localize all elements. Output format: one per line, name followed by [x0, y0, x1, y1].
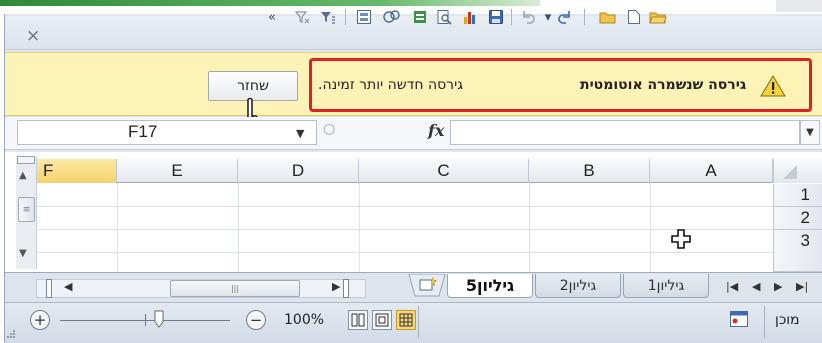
- form-icon[interactable]: [354, 7, 374, 27]
- folder-icon[interactable]: [648, 7, 668, 27]
- message-title: גירסה שנשמרה אוטומטית: [580, 77, 747, 93]
- page-break-view-icon[interactable]: [396, 310, 416, 330]
- name-box-value: F17: [128, 122, 158, 141]
- scroll-right-icon[interactable]: ▶: [332, 280, 340, 293]
- sheet-tab-5[interactable]: גיליון5: [447, 274, 533, 298]
- grid-line: [359, 183, 360, 273]
- shapes-icon[interactable]: [382, 7, 402, 27]
- close-icon[interactable]: ×: [26, 26, 40, 46]
- scroll-up-icon[interactable]: ▲: [19, 170, 27, 181]
- scroll-down-icon[interactable]: ▼: [19, 248, 27, 259]
- clear-filter-icon[interactable]: [292, 7, 312, 27]
- sheet-tab-1[interactable]: גיליון1: [623, 274, 709, 298]
- last-sheet-icon[interactable]: ▶|: [796, 280, 808, 293]
- vertical-scroll-thumb[interactable]: ≡: [18, 197, 35, 222]
- grid-line: [37, 229, 773, 230]
- grid-line: [37, 252, 773, 253]
- grid-line: [117, 183, 118, 273]
- new-icon[interactable]: [624, 7, 644, 27]
- column-header-a[interactable]: A: [650, 159, 773, 183]
- column-header-f[interactable]: F: [37, 159, 117, 183]
- column-header-b[interactable]: B: [529, 159, 650, 183]
- previous-sheet-icon[interactable]: ◀: [752, 280, 760, 293]
- toolbar-separator: [584, 9, 585, 25]
- select-all-triangle: [783, 165, 797, 179]
- select-all-corner[interactable]: [773, 159, 822, 183]
- zoom-slider-thumb[interactable]: [154, 310, 164, 328]
- grid-line: [650, 183, 651, 273]
- ribbon-accent: [0, 0, 540, 6]
- chart-icon[interactable]: [460, 7, 480, 27]
- column-header-c[interactable]: C: [359, 159, 529, 183]
- grid-line: [238, 183, 239, 273]
- formula-bar-control-icon: ○: [323, 121, 336, 137]
- name-box[interactable]: [17, 120, 317, 145]
- status-separator: [418, 306, 419, 338]
- horizontal-scroll-thumb[interactable]: |||: [170, 280, 300, 297]
- undo-icon[interactable]: [518, 7, 538, 27]
- more-icon[interactable]: «: [262, 7, 282, 27]
- print-preview-icon[interactable]: [434, 7, 454, 27]
- zoom-in-icon[interactable]: +: [30, 310, 50, 330]
- insert-function-icon[interactable]: fx: [428, 121, 444, 140]
- message-text: גירסה חדשה יותר זמינה.: [318, 77, 463, 93]
- zoom-level[interactable]: 100%: [284, 312, 324, 328]
- row-header-1[interactable]: 1: [773, 184, 822, 207]
- toolbar-separator: [345, 9, 346, 25]
- macro-recording-icon[interactable]: [729, 310, 749, 328]
- status-separator: [764, 306, 765, 338]
- redo-icon[interactable]: [555, 7, 575, 27]
- filter-icon[interactable]: [318, 7, 338, 27]
- page-layout-view-icon[interactable]: [348, 310, 368, 330]
- toolbar-separator: [511, 9, 512, 25]
- insert-sheet-icon[interactable]: [407, 273, 447, 298]
- column-header-d[interactable]: D: [238, 159, 359, 183]
- expand-formula-bar-icon[interactable]: ▼: [800, 120, 820, 145]
- resize-grip-icon[interactable]: [6, 326, 18, 340]
- chevron-down-icon[interactable]: ▼: [296, 127, 304, 140]
- first-sheet-icon[interactable]: |◀: [726, 280, 738, 293]
- zoom-slider-midpoint: [145, 314, 146, 326]
- row-header-3[interactable]: 3: [773, 230, 822, 272]
- formula-input[interactable]: [450, 120, 800, 145]
- sheet-tab-2[interactable]: גיליון2: [535, 274, 621, 298]
- normal-view-icon[interactable]: [372, 310, 392, 330]
- zoom-out-icon[interactable]: −: [246, 310, 266, 330]
- column-header-e[interactable]: E: [117, 159, 238, 183]
- title-corner: [776, 0, 822, 12]
- split-box[interactable]: [17, 156, 35, 164]
- open-icon[interactable]: [598, 7, 618, 27]
- tab-split-handle[interactable]: [46, 279, 52, 298]
- next-sheet-icon[interactable]: ▶: [774, 280, 782, 293]
- scroll-left-icon[interactable]: ◀: [64, 280, 72, 293]
- cell-cursor-icon: [671, 229, 691, 249]
- warning-icon: [760, 75, 786, 97]
- spelling-icon[interactable]: [410, 7, 430, 27]
- status-ready-text: מוכן: [775, 312, 800, 328]
- grid-line: [37, 206, 773, 207]
- grid-line: [529, 183, 530, 273]
- row-header-2[interactable]: 2: [773, 207, 822, 230]
- tab-split-handle[interactable]: [343, 279, 349, 298]
- save-icon[interactable]: [486, 7, 506, 27]
